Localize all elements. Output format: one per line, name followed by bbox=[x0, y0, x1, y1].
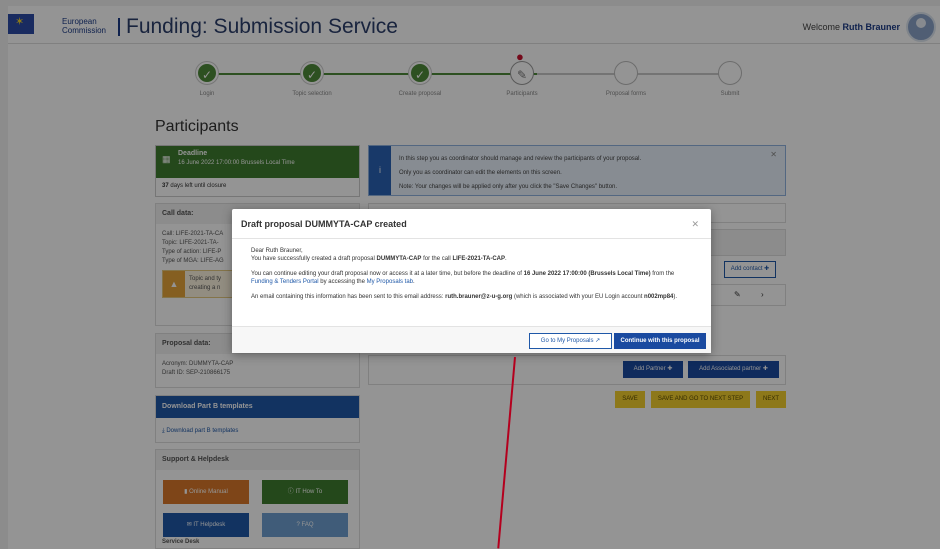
modal-body: Dear Ruth Brauner, You have successfully… bbox=[251, 248, 678, 300]
close-icon[interactable]: ✕ bbox=[691, 219, 699, 230]
draft-created-modal: Draft proposal DUMMYTA-CAP created ✕ Dea… bbox=[232, 209, 711, 353]
external-link-icon: ↗ bbox=[595, 338, 601, 344]
continue-with-proposal-button[interactable]: Continue with this proposal bbox=[614, 333, 706, 349]
go-to-my-proposals-button[interactable]: Go to My Proposals ↗ bbox=[529, 333, 612, 349]
my-proposals-tab-link[interactable]: My Proposals tab bbox=[367, 279, 413, 285]
modal-title: Draft proposal DUMMYTA-CAP created bbox=[241, 219, 407, 229]
modal-greeting: Dear Ruth Brauner, bbox=[251, 248, 303, 254]
funding-portal-link[interactable]: Funding & Tenders Portal bbox=[251, 279, 319, 285]
